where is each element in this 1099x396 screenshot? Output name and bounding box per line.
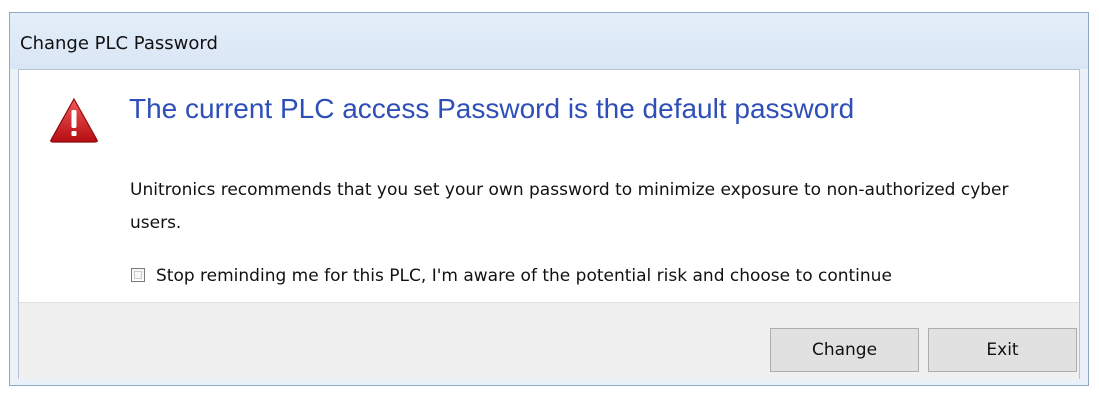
- change-button[interactable]: Change: [770, 328, 919, 372]
- button-bar: Change Exit: [19, 302, 1079, 379]
- exit-button[interactable]: Exit: [928, 328, 1077, 372]
- dialog-content: The current PLC access Password is the d…: [18, 69, 1080, 379]
- warning-triangle-icon: [50, 97, 98, 143]
- window-title: Change PLC Password: [20, 33, 218, 54]
- dialog-message: Unitronics recommends that you set your …: [130, 180, 1009, 233]
- change-password-dialog: Change PLC Password The current PLC acce…: [9, 12, 1089, 386]
- dialog-heading: The current PLC access Password is the d…: [129, 93, 855, 124]
- stop-reminding-checkbox[interactable]: [131, 268, 145, 282]
- title-bar: Change PLC Password: [10, 13, 1088, 69]
- stop-reminding-label[interactable]: Stop reminding me for this PLC, I'm awar…: [156, 266, 892, 286]
